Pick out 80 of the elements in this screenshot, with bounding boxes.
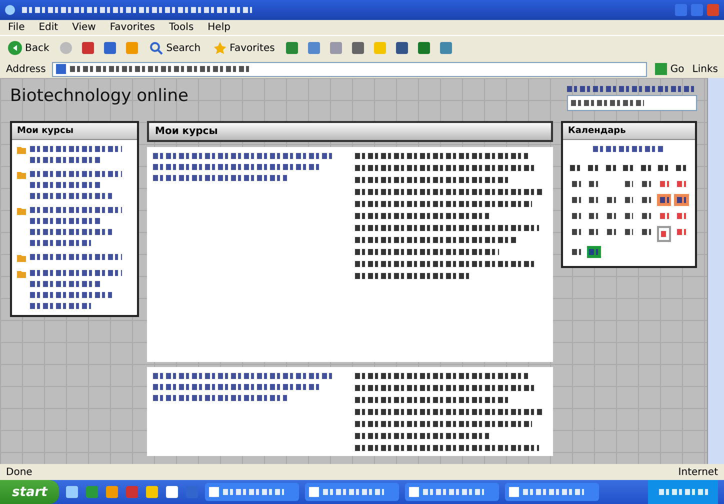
menu-item[interactable]: Help	[208, 22, 230, 33]
calendar-day[interactable]	[586, 246, 602, 258]
calendar-day[interactable]	[604, 194, 619, 206]
page-icon	[56, 64, 66, 74]
folder-icon	[17, 171, 26, 179]
sheet-icon[interactable]	[416, 41, 431, 55]
illegible-text	[658, 489, 708, 495]
calendar-day[interactable]	[639, 210, 654, 222]
illegible-text	[658, 165, 670, 171]
folder-icon	[17, 146, 26, 154]
links-label[interactable]: Links	[692, 64, 718, 74]
edit-icon[interactable]	[350, 41, 365, 55]
print-icon[interactable]	[328, 41, 343, 55]
window-icon	[409, 487, 420, 497]
back-button[interactable]: Back	[6, 40, 52, 56]
status-text: Done	[6, 466, 32, 478]
illegible-text	[423, 489, 484, 495]
illegible-text	[676, 165, 688, 171]
security-zone: Internet	[678, 466, 718, 478]
calendar-day[interactable]	[639, 226, 654, 238]
window-icon	[509, 487, 520, 497]
media-icon[interactable]	[284, 41, 299, 55]
calendar-day[interactable]	[604, 226, 619, 238]
taskbar-button[interactable]	[505, 483, 600, 501]
illegible-text	[30, 182, 102, 188]
refresh-icon[interactable]	[103, 41, 118, 55]
illegible-text	[660, 231, 668, 237]
illegible-text	[640, 165, 652, 171]
people-icon[interactable]	[438, 41, 453, 55]
illegible-text	[30, 303, 92, 309]
grid-icon[interactable]	[394, 41, 409, 55]
calendar-day[interactable]	[639, 178, 654, 190]
address-label: Address	[6, 64, 46, 74]
menu-item[interactable]: Favorites	[110, 22, 156, 33]
illegible-text	[323, 489, 384, 495]
illegible-text	[523, 489, 584, 495]
illegible-text	[223, 489, 284, 495]
menu-item[interactable]: View	[72, 22, 96, 33]
calendar-day[interactable]	[656, 194, 672, 206]
illegible-text	[30, 218, 102, 224]
browser-icon	[4, 4, 16, 16]
site-title: Biotechnology online	[10, 86, 188, 106]
course-select[interactable]	[567, 95, 697, 111]
illegible-text	[623, 165, 635, 171]
illegible-text	[30, 240, 92, 246]
go-button[interactable]: Go	[653, 62, 686, 76]
scrollbar[interactable]	[707, 78, 724, 464]
taskbar-button[interactable]	[205, 483, 300, 501]
quick-launch-icon[interactable]	[105, 485, 120, 499]
taskbar-button[interactable]	[305, 483, 400, 501]
illegible-text	[570, 165, 582, 171]
block-title: Календарь	[563, 123, 695, 140]
calendar-day[interactable]	[656, 226, 672, 242]
folder-icon	[17, 207, 26, 215]
menu-item[interactable]: Edit	[38, 22, 58, 33]
stop-icon[interactable]	[81, 41, 96, 55]
menu-item[interactable]: Tools	[169, 22, 194, 33]
illegible-text	[30, 281, 102, 287]
window-icon	[309, 487, 320, 497]
star-icon	[212, 41, 227, 55]
illegible-text	[588, 165, 600, 171]
section-title: Мои курсы	[147, 121, 553, 142]
quick-launch-icon[interactable]	[65, 485, 80, 499]
search-button[interactable]: Search	[147, 40, 203, 56]
quick-launch-icon[interactable]	[165, 485, 180, 499]
search-icon	[149, 41, 164, 55]
window-icon	[209, 487, 220, 497]
address-field[interactable]	[52, 62, 648, 76]
calendar-day[interactable]	[604, 210, 619, 222]
block-title: Мои курсы	[12, 123, 137, 140]
taskbar-button[interactable]	[405, 483, 500, 501]
favorites-button[interactable]: Favorites	[210, 40, 277, 56]
quick-launch-icon[interactable]	[145, 485, 160, 499]
illegible-text	[606, 165, 618, 171]
start-button[interactable]: start	[0, 480, 60, 504]
illegible-text	[30, 157, 102, 163]
calendar-day[interactable]	[639, 194, 654, 206]
menu-item[interactable]: File	[8, 22, 25, 33]
illegible-text	[593, 146, 665, 152]
history-icon[interactable]	[306, 41, 321, 55]
